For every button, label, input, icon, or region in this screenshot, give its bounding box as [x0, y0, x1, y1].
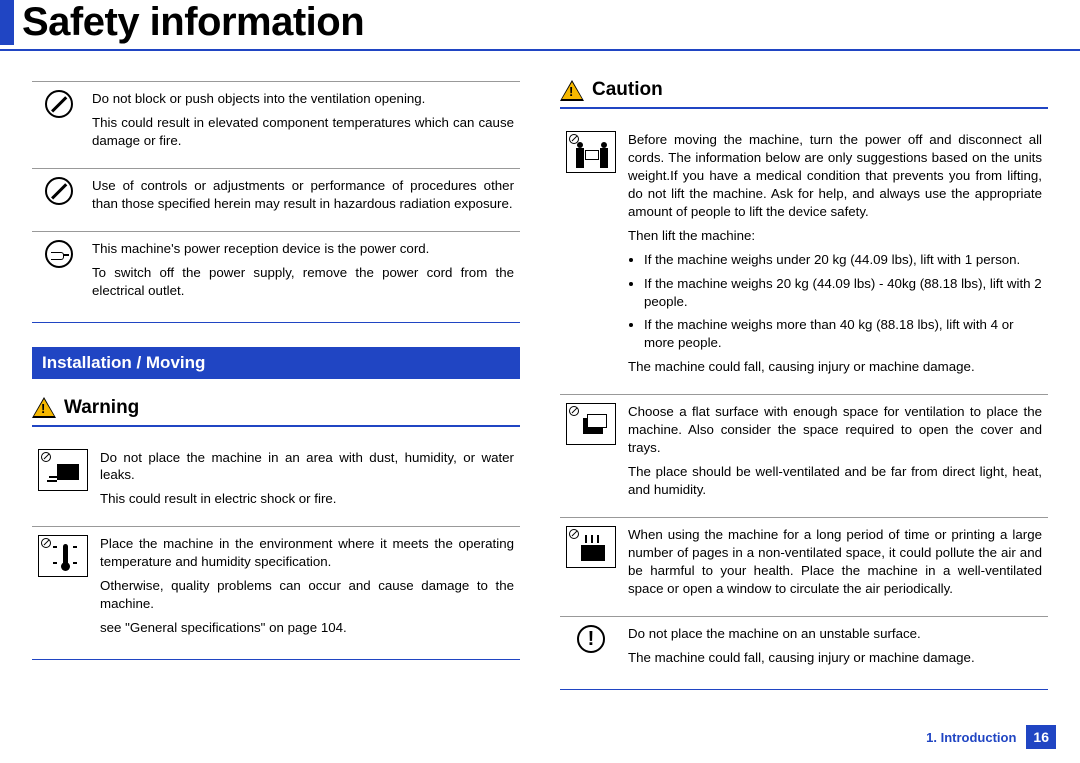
- placement-pictogram: [560, 395, 622, 518]
- paragraph: When using the machine for a long period…: [628, 526, 1042, 598]
- intro-table: Do not block or push objects into the ve…: [32, 82, 520, 318]
- cell-text: When using the machine for a long period…: [622, 517, 1048, 616]
- warning-triangle-icon: !: [32, 397, 56, 418]
- exclamation-icon: !: [560, 616, 622, 684]
- caution-triangle-icon: !: [560, 80, 584, 101]
- footer-chapter: 1. Introduction: [926, 730, 1016, 745]
- cell-text: Do not block or push objects into the ve…: [86, 82, 520, 168]
- temperature-pictogram: [32, 527, 94, 655]
- warning-heading: ! Warning: [32, 397, 520, 419]
- page-number-badge: 16: [1026, 725, 1056, 749]
- table-row: Use of controls or adjustments or perfor…: [32, 168, 520, 231]
- cell-text: Do not place the machine in an area with…: [94, 441, 520, 527]
- divider: [560, 689, 1048, 690]
- paragraph: Do not block or push objects into the ve…: [92, 90, 514, 108]
- paragraph: Place the machine in the environment whe…: [100, 535, 514, 571]
- title-bar: Safety information: [0, 0, 1080, 45]
- dust-humidity-pictogram: [32, 441, 94, 527]
- paragraph: This machine's power reception device is…: [92, 240, 514, 258]
- title-accent-bar: [0, 0, 14, 45]
- paragraph: The machine could fall, causing injury o…: [628, 649, 1042, 667]
- paragraph: Do not place the machine in an area with…: [100, 449, 514, 485]
- paragraph: see "General specifications" on page 104…: [100, 619, 514, 637]
- left-column: Do not block or push objects into the ve…: [32, 79, 520, 690]
- paragraph: Choose a flat surface with enough space …: [628, 403, 1042, 457]
- paragraph: Then lift the machine:: [628, 227, 1042, 245]
- cell-text: Before moving the machine, turn the powe…: [622, 123, 1048, 395]
- caution-heading: ! Caution: [560, 79, 1048, 101]
- prohibit-icon: [32, 82, 86, 168]
- prohibit-icon: [32, 168, 86, 231]
- divider: [32, 322, 520, 323]
- divider: [32, 659, 520, 660]
- power-plug-icon: [32, 231, 86, 317]
- list-item: If the machine weighs more than 40 kg (8…: [644, 316, 1042, 352]
- caution-table: Before moving the machine, turn the powe…: [560, 123, 1048, 685]
- list-item: If the machine weighs under 20 kg (44.09…: [644, 251, 1042, 269]
- table-row: This machine's power reception device is…: [32, 231, 520, 317]
- paragraph: Use of controls or adjustments or perfor…: [92, 177, 514, 213]
- table-row: Place the machine in the environment whe…: [32, 527, 520, 655]
- ventilation-pictogram: [560, 517, 622, 616]
- page-title: Safety information: [22, 0, 364, 45]
- paragraph: The machine could fall, causing injury o…: [628, 358, 1042, 376]
- cell-text: Choose a flat surface with enough space …: [622, 395, 1048, 518]
- paragraph: This could result in electric shock or f…: [100, 490, 514, 508]
- table-row: When using the machine for a long period…: [560, 517, 1048, 616]
- paragraph: To switch off the power supply, remove t…: [92, 264, 514, 300]
- cell-text: This machine's power reception device is…: [86, 231, 520, 317]
- table-row: Choose a flat surface with enough space …: [560, 395, 1048, 518]
- bullet-list: If the machine weighs under 20 kg (44.09…: [644, 251, 1042, 353]
- table-row: Before moving the machine, turn the powe…: [560, 123, 1048, 395]
- warning-label: Warning: [64, 397, 139, 419]
- cell-text: Do not place the machine on an unstable …: [622, 616, 1048, 684]
- caution-label: Caution: [592, 79, 663, 101]
- divider: [560, 107, 1048, 109]
- warning-table: Do not place the machine in an area with…: [32, 441, 520, 656]
- paragraph: Do not place the machine on an unstable …: [628, 625, 1042, 643]
- paragraph: The place should be well-ventilated and …: [628, 463, 1042, 499]
- title-rule: [0, 49, 1080, 51]
- paragraph: Before moving the machine, turn the powe…: [628, 131, 1042, 221]
- page-footer: 1. Introduction 16: [926, 725, 1056, 749]
- content-columns: Do not block or push objects into the ve…: [0, 79, 1080, 690]
- paragraph: This could result in elevated component …: [92, 114, 514, 150]
- cell-text: Use of controls or adjustments or perfor…: [86, 168, 520, 231]
- section-heading-bar: Installation / Moving: [32, 347, 520, 379]
- table-row: Do not place the machine in an area with…: [32, 441, 520, 527]
- right-column: ! Caution Before moving the machine, tur…: [560, 79, 1048, 690]
- divider: [32, 425, 520, 427]
- table-row: Do not block or push objects into the ve…: [32, 82, 520, 168]
- lifting-pictogram: [560, 123, 622, 395]
- cell-text: Place the machine in the environment whe…: [94, 527, 520, 655]
- table-row: ! Do not place the machine on an unstabl…: [560, 616, 1048, 684]
- paragraph: Otherwise, quality problems can occur an…: [100, 577, 514, 613]
- list-item: If the machine weighs 20 kg (44.09 lbs) …: [644, 275, 1042, 311]
